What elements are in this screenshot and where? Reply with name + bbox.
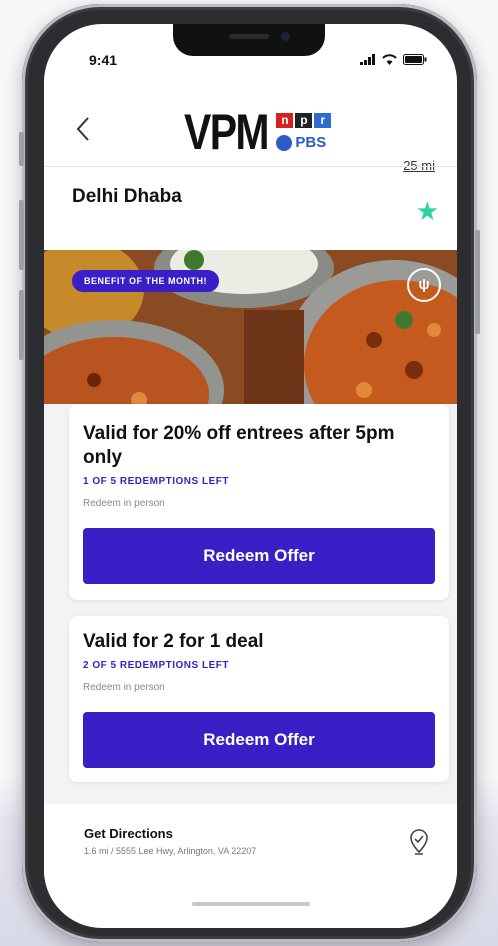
pbs-head-icon — [276, 134, 293, 151]
directions-address: 1.6 mi / 5555 Lee Hwy, Arlington, VA 222… — [84, 846, 257, 856]
volume-up-button — [19, 200, 24, 270]
vpm-logo: VPM — [184, 104, 270, 160]
app-header: VPM n p r PBS 25 mi — [44, 94, 457, 173]
wifi-icon — [382, 54, 397, 65]
directions-title: Get Directions — [84, 826, 173, 841]
get-directions-row[interactable]: Get Directions 1.6 mi / 5555 Lee Hwy, Ar… — [44, 804, 457, 884]
restaurant-name: Delhi Dhaba — [72, 186, 182, 207]
pbs-logo: PBS — [276, 134, 331, 151]
redemptions-left: 1 OF 5 REDEMPTIONS LEFT — [83, 476, 229, 487]
offer-card: Valid for 2 for 1 deal 2 OF 5 REDEMPTION… — [69, 616, 449, 782]
volume-down-button — [19, 290, 24, 360]
map-pin-icon — [410, 829, 428, 855]
offer-title: Valid for 2 for 1 deal — [83, 631, 264, 652]
mute-switch — [19, 132, 24, 166]
chevron-left-icon — [76, 117, 89, 141]
app-screen: 9:41 VPM n p r PBS 25 mi Delhi Dhaba ★ B… — [44, 24, 457, 928]
npr-logo: n p r — [276, 113, 332, 128]
signal-icon — [360, 54, 375, 65]
status-icons — [360, 54, 427, 65]
redeem-offer-button[interactable]: Redeem Offer — [83, 528, 435, 584]
redeem-note: Redeem in person — [83, 682, 165, 693]
offer-card: Valid for 20% off entrees after 5pm only… — [69, 404, 449, 600]
brand-logo: VPM n p r PBS — [184, 102, 332, 162]
speaker — [229, 34, 269, 39]
redemptions-left: 2 OF 5 REDEMPTIONS LEFT — [83, 660, 229, 671]
home-indicator — [192, 902, 310, 906]
favorite-star-icon[interactable]: ★ — [416, 198, 439, 224]
redeem-offer-button[interactable]: Redeem Offer — [83, 712, 435, 768]
status-time: 9:41 — [89, 52, 118, 68]
benefit-badge: BENEFIT OF THE MONTH! — [72, 270, 219, 292]
power-button — [475, 230, 480, 334]
front-camera — [281, 32, 290, 41]
back-button[interactable] — [76, 116, 90, 148]
notch — [173, 24, 325, 56]
utensils-icon: ψ — [407, 268, 441, 302]
header-divider — [44, 166, 457, 167]
npr-pbs-logos: n p r PBS — [276, 113, 332, 151]
redeem-note: Redeem in person — [83, 498, 165, 509]
battery-icon — [403, 54, 427, 65]
offer-title: Valid for 20% off entrees after 5pm only — [83, 423, 395, 468]
